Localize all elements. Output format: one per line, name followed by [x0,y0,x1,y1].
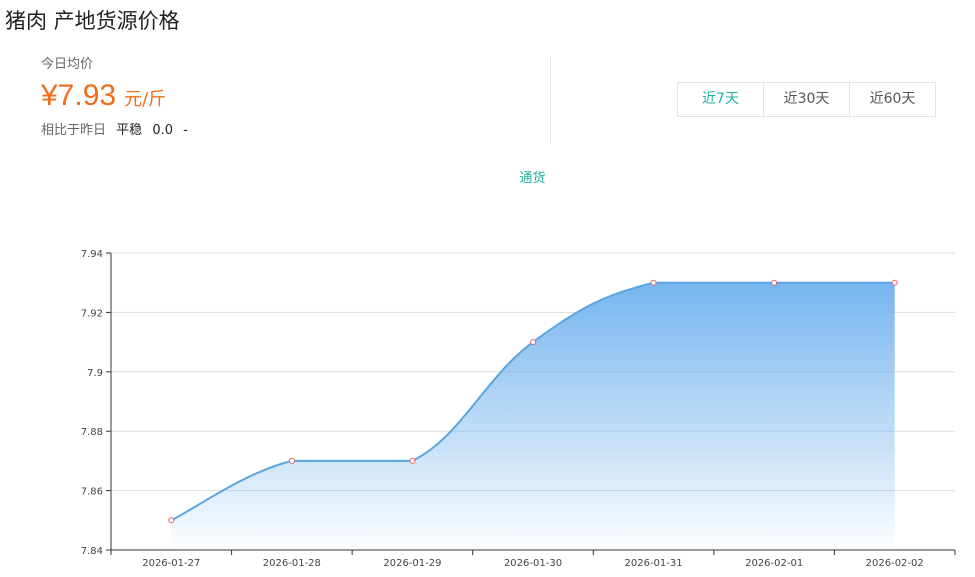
data-point[interactable] [409,457,416,464]
data-point[interactable] [168,517,175,524]
x-tick-label: 2026-01-28 [263,558,321,569]
data-point[interactable] [891,279,898,286]
y-tick-label: 7.94 [81,249,103,260]
y-tick-label: 7.92 [81,308,103,319]
series-area [171,282,895,550]
x-tick-label: 2026-01-27 [142,558,200,569]
x-tick-label: 2026-01-30 [504,558,562,569]
data-point[interactable] [288,457,295,464]
y-tick-label: 7.88 [81,427,103,438]
data-point[interactable] [650,279,657,286]
price-chart: 7.84 7.86 7.88 7.9 7.92 7.94 2026-01-27 2026-01… [81,249,956,569]
y-tick-label: 7.9 [87,368,103,379]
y-tick-label: 7.86 [81,487,103,498]
x-tick-label: 2026-01-31 [625,558,683,569]
data-point[interactable] [530,339,536,346]
y-tick-label: 7.84 [81,546,103,557]
x-tick-label: 2026-02-01 [745,558,803,569]
x-tick-label: 2026-01-29 [383,558,441,569]
x-tick-label: 2026-02-02 [866,558,924,569]
data-point[interactable] [771,279,778,286]
